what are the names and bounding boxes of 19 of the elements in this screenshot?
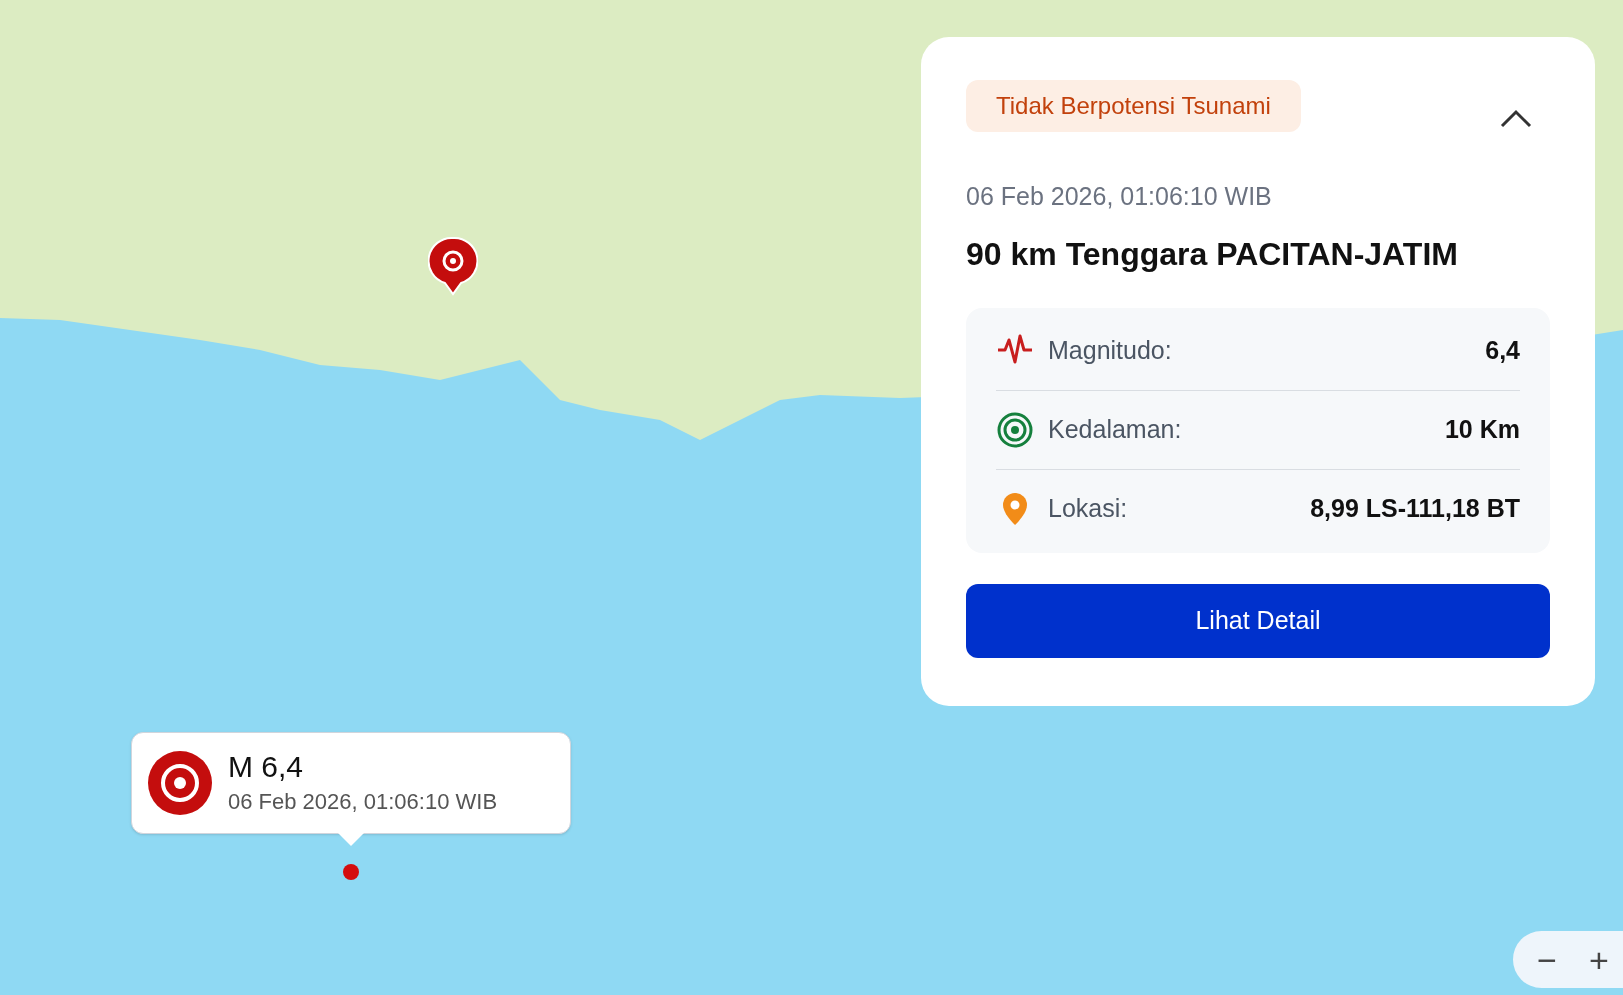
detail-label: Lokasi:: [1048, 493, 1129, 525]
detail-value: 10 Km: [1444, 413, 1520, 445]
epicenter-dot-icon: [343, 864, 359, 880]
popup-datetime: 06 Feb 2026, 01:06:10 WIB: [228, 787, 498, 816]
view-detail-button[interactable]: Lihat Detail: [966, 583, 1550, 658]
popup-magnitude: M 6,4: [228, 748, 305, 785]
detail-value: 6,4: [1485, 334, 1520, 366]
target-icon: [148, 751, 212, 815]
detail-label: Kedalaman:: [1048, 413, 1183, 445]
zoom-out-button[interactable]: −: [1525, 937, 1569, 982]
event-location-title: 90 km Tenggara PACITAN-JATIM: [966, 234, 1459, 274]
map-pin-icon: [428, 236, 478, 296]
detail-label: Magnitudo:: [1048, 334, 1173, 366]
chevron-up-icon[interactable]: [1500, 108, 1532, 128]
zoom-in-button[interactable]: +: [1577, 937, 1621, 982]
detail-value: 8,99 LS-111,18 BT: [1310, 493, 1520, 525]
event-datetime: 06 Feb 2026, 01:06:10 WIB: [966, 181, 1273, 212]
concentric-circles-icon: [996, 410, 1034, 449]
tsunami-status-badge: Tidak Berpotensi Tsunami: [966, 80, 1301, 132]
